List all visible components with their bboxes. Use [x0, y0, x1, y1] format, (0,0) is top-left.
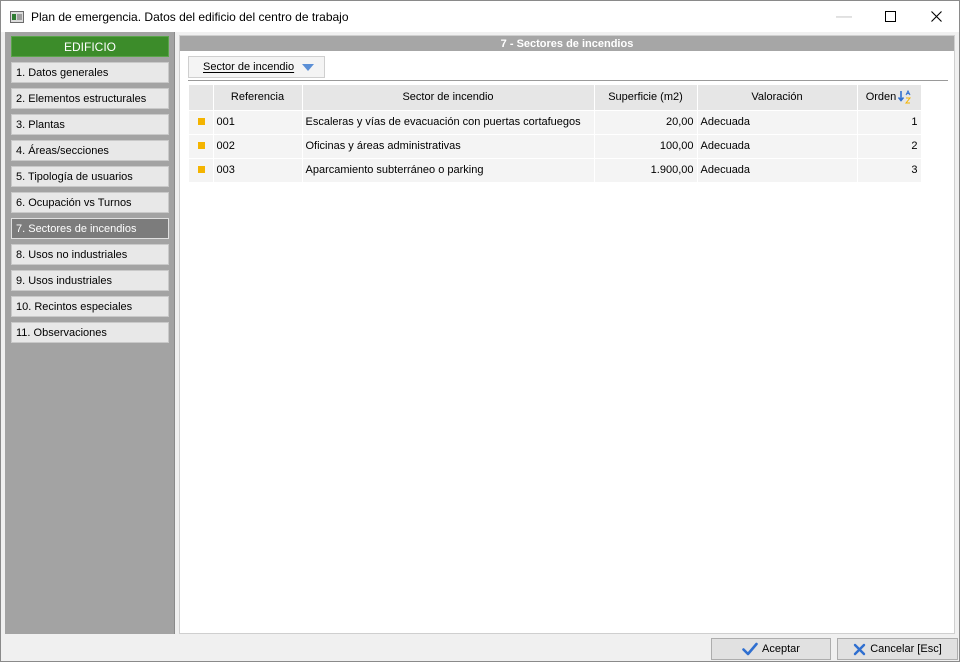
section-title: 7 - Sectores de incendios [180, 36, 954, 51]
sectors-table: Referencia Sector de incendio Superficie… [189, 85, 922, 183]
row-status-marker [198, 142, 205, 149]
sidebar-item-usos-industriales[interactable]: 9. Usos industriales [11, 270, 169, 291]
sidebar-item-datos-generales[interactable]: 1. Datos generales [11, 62, 169, 83]
sidebar-item-label: 2. Elementos estructurales [16, 92, 147, 105]
sort-ascending-icon [898, 90, 912, 104]
cell-superficie: 100,00 [594, 134, 698, 159]
sidebar-item-label: 10. Recintos especiales [16, 300, 133, 313]
x-icon [854, 643, 866, 655]
cell-referencia: 003 [213, 158, 303, 183]
sidebar-item-usos-no-industriales[interactable]: 8. Usos no industriales [11, 244, 169, 265]
cell-superficie: 20,00 [594, 110, 698, 135]
minimize-icon: — [836, 7, 852, 25]
sidebar-item-label: 11. Observaciones [16, 326, 107, 339]
sidebar-item-label: 4. Áreas/secciones [16, 144, 109, 157]
sidebar-header: EDIFICIO [11, 36, 169, 57]
close-icon [930, 11, 942, 22]
maximize-icon [884, 11, 896, 22]
sidebar-item-label: 8. Usos no industriales [16, 248, 128, 261]
cell-sector: Escaleras y vías de evacuación con puert… [302, 110, 595, 135]
cell-referencia: 001 [213, 110, 303, 135]
content-area: Sector de incendio Referencia Sector de … [188, 54, 948, 624]
cell-orden: 2 [857, 134, 922, 159]
sidebar-item-label: 6. Ocupación vs Turnos [16, 196, 132, 209]
column-header-referencia[interactable]: Referencia [213, 85, 303, 111]
table-row[interactable]: 001 Escaleras y vías de evacuación con p… [189, 110, 922, 135]
table-row[interactable]: 002 Oficinas y áreas administrativas 100… [189, 134, 922, 159]
row-status-marker [198, 166, 205, 173]
window-controls: — [821, 1, 959, 32]
dialog-window: Plan de emergencia. Datos del edificio d… [0, 0, 960, 662]
chevron-down-icon [302, 63, 315, 71]
row-indicator [189, 110, 214, 135]
close-button[interactable] [913, 1, 959, 32]
sidebar-item-label: 5. Tipología de usuarios [16, 170, 133, 183]
sector-dropdown-label: Sector de incendio [203, 61, 295, 73]
cell-orden: 3 [857, 158, 922, 183]
sidebar-item-label: 1. Datos generales [16, 66, 109, 79]
column-header-sector[interactable]: Sector de incendio [302, 85, 595, 111]
sidebar-item-ocupacion-turnos[interactable]: 6. Ocupación vs Turnos [11, 192, 169, 213]
cell-valoracion: Adecuada [697, 134, 858, 159]
row-status-marker [198, 118, 205, 125]
sidebar-item-areas-secciones[interactable]: 4. Áreas/secciones [11, 140, 169, 161]
column-header-orden[interactable]: Orden [857, 85, 922, 111]
sidebar-item-tipologia-usuarios[interactable]: 5. Tipología de usuarios [11, 166, 169, 187]
column-header-valoracion[interactable]: Valoración [697, 85, 858, 111]
accept-button[interactable]: Aceptar [711, 638, 831, 660]
toolbar-divider [188, 80, 948, 81]
cell-referencia: 002 [213, 134, 303, 159]
sidebar-item-elementos-estructurales[interactable]: 2. Elementos estructurales [11, 88, 169, 109]
sidebar-item-label: 7. Sectores de incendios [16, 222, 137, 235]
main-panel: 7 - Sectores de incendios Sector de ince… [179, 35, 955, 634]
cell-valoracion: Adecuada [697, 110, 858, 135]
cancel-label: Cancelar [Esc] [870, 643, 942, 655]
sector-dropdown-button[interactable]: Sector de incendio [188, 56, 325, 78]
column-header-superficie[interactable]: Superficie (m2) [594, 85, 698, 111]
sidebar-item-observaciones[interactable]: 11. Observaciones [11, 322, 169, 343]
column-header-orden-label: Orden [865, 91, 897, 104]
check-icon [742, 642, 758, 656]
sidebar-item-plantas[interactable]: 3. Plantas [11, 114, 169, 135]
row-indicator [189, 134, 214, 159]
sidebar-item-sectores-incendios[interactable]: 7. Sectores de incendios [11, 218, 169, 239]
maximize-button[interactable] [867, 1, 913, 32]
cell-sector: Oficinas y áreas administrativas [302, 134, 595, 159]
indicator-header [189, 85, 214, 111]
minimize-button[interactable]: — [821, 1, 867, 32]
table-row[interactable]: 003 Aparcamiento subterráneo o parking 1… [189, 158, 922, 183]
window-title: Plan de emergencia. Datos del edificio d… [31, 9, 349, 24]
sidebar-item-recintos-especiales[interactable]: 10. Recintos especiales [11, 296, 169, 317]
sidebar: EDIFICIO 1. Datos generales 2. Elementos… [5, 32, 175, 634]
cell-orden: 1 [857, 110, 922, 135]
sidebar-item-label: 3. Plantas [16, 118, 65, 131]
app-window-icon [10, 10, 24, 23]
cell-sector: Aparcamiento subterráneo o parking [302, 158, 595, 183]
cell-superficie: 1.900,00 [594, 158, 698, 183]
sidebar-item-label: 9. Usos industriales [16, 274, 112, 287]
cell-valoracion: Adecuada [697, 158, 858, 183]
table-header-row: Referencia Sector de incendio Superficie… [189, 85, 922, 111]
title-bar: Plan de emergencia. Datos del edificio d… [1, 1, 959, 32]
accept-label: Aceptar [762, 643, 800, 655]
row-indicator [189, 158, 214, 183]
cancel-button[interactable]: Cancelar [Esc] [837, 638, 958, 660]
